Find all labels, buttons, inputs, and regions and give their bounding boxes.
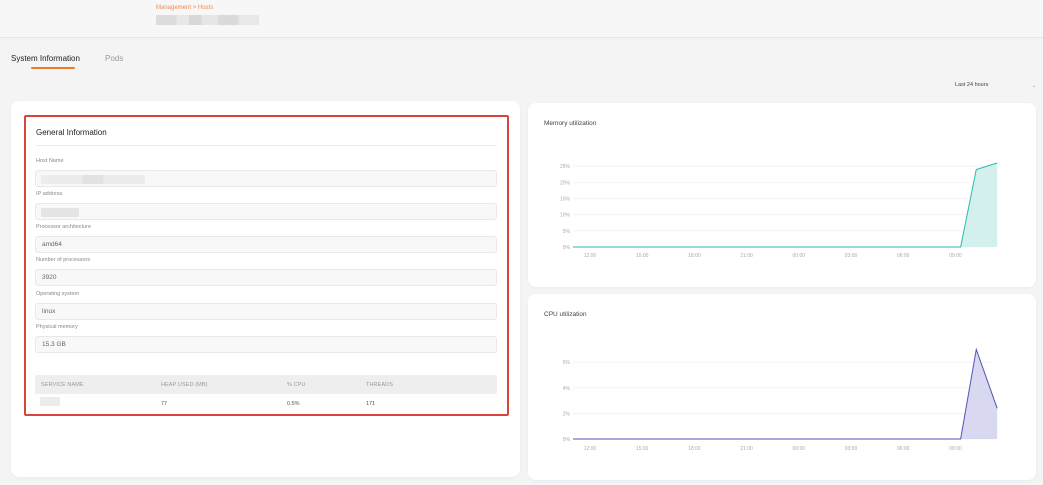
page-header: Management > Hosts — [0, 0, 1043, 38]
number-of-processors-field[interactable]: 3920 — [35, 269, 497, 286]
y-tick-label: 4% — [563, 386, 571, 392]
cpu-cell: 0.5% — [287, 401, 300, 407]
x-tick-label: 09:00 — [949, 253, 962, 259]
x-tick-label: 15:00 — [636, 446, 649, 452]
processor-architecture-label: Processor architecture — [36, 224, 92, 230]
operating-system-value: linux — [42, 308, 56, 315]
time-range-value: Last 24 hours — [955, 82, 989, 88]
ip-address-redacted — [41, 208, 79, 217]
x-tick-label: 03:00 — [845, 446, 858, 452]
page-title-redacted — [156, 15, 259, 25]
y-tick-label: 25% — [560, 164, 571, 170]
operating-system-label: Operating system — [36, 291, 80, 297]
active-tab-indicator — [31, 67, 75, 69]
ip-address-field[interactable] — [35, 203, 497, 220]
series-line — [573, 347, 998, 440]
x-tick-label: 18:00 — [688, 446, 701, 452]
operating-system-field[interactable]: linux — [35, 303, 497, 320]
breadcrumb: Management > Hosts — [156, 5, 213, 11]
x-tick-label: 15:00 — [636, 253, 649, 259]
host-name-redacted — [41, 175, 145, 184]
highlight-frame — [24, 115, 509, 416]
tab-pods[interactable]: Pods — [105, 54, 123, 63]
threads-cell: 171 — [366, 401, 376, 407]
series-line — [573, 162, 998, 248]
host-name-field[interactable] — [35, 170, 497, 187]
number-of-processors-value: 3920 — [42, 274, 57, 281]
y-tick-label: 15% — [560, 197, 571, 203]
x-tick-label: 03:00 — [845, 253, 858, 259]
x-tick-label: 00:00 — [793, 446, 806, 452]
series-area — [573, 163, 998, 247]
x-tick-label: 06:00 — [897, 253, 910, 259]
memory-chart-title: Memory utilization — [544, 120, 597, 127]
y-tick-label: 0% — [563, 245, 571, 251]
series-area — [573, 349, 998, 439]
column-header-cpu[interactable]: % CPU — [287, 382, 306, 388]
breadcrumb-item-management[interactable]: Management — [156, 5, 191, 11]
x-tick-label: 21:00 — [740, 253, 753, 259]
breadcrumb-item-hosts[interactable]: Hosts — [198, 5, 213, 11]
x-tick-label: 21:00 — [740, 446, 753, 452]
y-tick-label: 20% — [560, 180, 571, 186]
column-header-service-name[interactable]: SERVICE NAME — [41, 382, 84, 388]
general-information-title: General Information — [36, 128, 107, 137]
processor-architecture-value: amd64 — [42, 241, 62, 248]
cpu-utilization-chart: 0% 2% 4% 6% 12:00 15:00 18:00 21:00 00:00 03:00 06… — [563, 347, 998, 452]
memory-utilization-chart: 0% 5% 10% 15% 20% 25% 12:00 15:00 18:00 21:00 00:0… — [560, 162, 998, 259]
x-tick-label: 00:00 — [793, 253, 806, 259]
section-divider — [36, 145, 497, 146]
service-name-redacted — [40, 397, 60, 406]
chevron-down-icon: ⌄ — [1032, 83, 1037, 89]
physical-memory-value: 15.3 GB — [42, 341, 66, 348]
y-tick-label: 10% — [560, 213, 571, 219]
number-of-processors-label: Number of processors — [36, 257, 91, 263]
physical-memory-field[interactable]: 15.3 GB — [35, 336, 497, 353]
host-name-label: Host Name — [36, 158, 64, 164]
ip-address-label: IP address — [36, 191, 63, 197]
column-header-heap-used[interactable]: HEAP USED (MB) — [161, 382, 208, 388]
time-range-select[interactable]: Last 24 hours ⌄ — [955, 82, 1036, 89]
y-tick-label: 6% — [563, 360, 571, 366]
breadcrumb-separator: > — [192, 5, 197, 11]
processor-architecture-field[interactable]: amd64 — [35, 236, 497, 253]
tab-system-information[interactable]: System Information — [11, 54, 80, 63]
x-tick-label: 06:00 — [897, 446, 910, 452]
y-tick-label: 0% — [563, 437, 571, 443]
x-tick-label: 12:00 — [584, 446, 597, 452]
services-table-header: SERVICE NAME HEAP USED (MB) % CPU THREAD… — [35, 375, 497, 394]
heap-used-cell: 77 — [161, 401, 168, 407]
x-tick-label: 12:00 — [584, 253, 597, 259]
physical-memory-label: Physical memory — [36, 324, 78, 330]
x-tick-label: 18:00 — [688, 253, 701, 259]
y-tick-label: 2% — [563, 411, 571, 417]
cpu-chart-title: CPU utilization — [544, 311, 587, 318]
column-header-threads[interactable]: THREADS — [366, 382, 393, 388]
x-tick-label: 09:00 — [949, 446, 962, 452]
y-tick-label: 5% — [563, 229, 571, 235]
